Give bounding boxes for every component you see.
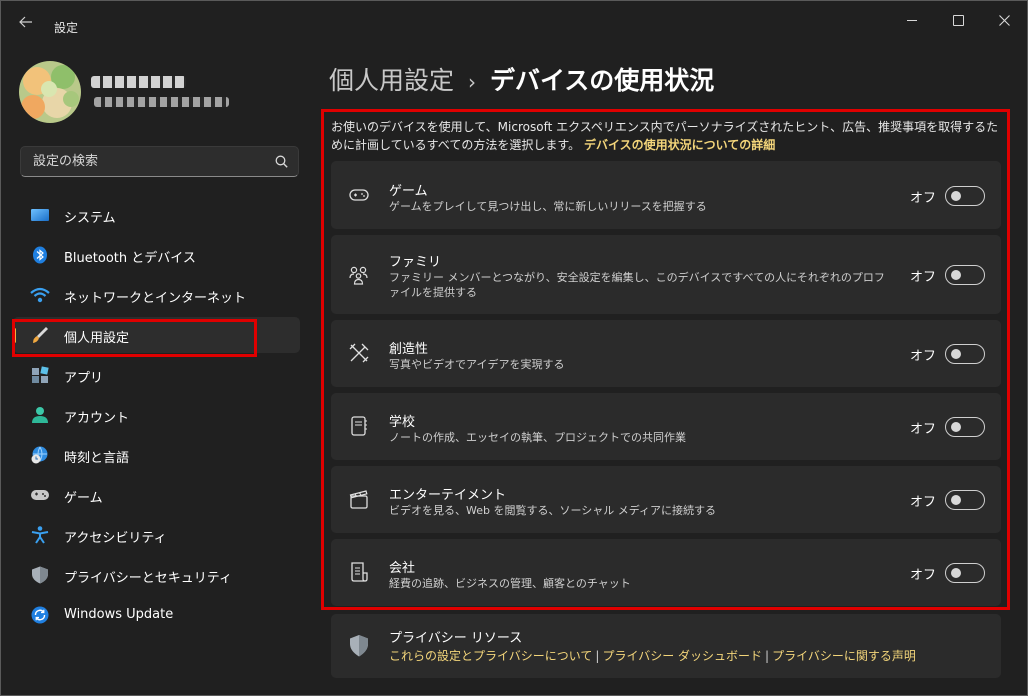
back-button[interactable] bbox=[15, 13, 37, 31]
privacy-link-about[interactable]: これらの設定とプライバシーについて bbox=[389, 649, 592, 663]
search-box[interactable] bbox=[20, 146, 299, 177]
sidebar-item-label: アカウント bbox=[64, 411, 130, 426]
back-arrow-icon bbox=[19, 16, 32, 28]
accessibility-icon bbox=[31, 526, 49, 544]
user-email-redacted bbox=[94, 97, 229, 107]
breadcrumb: 個人用設定 › デバイスの使用状況 bbox=[329, 61, 714, 97]
maximize-button[interactable] bbox=[935, 9, 981, 31]
sidebar-item-label: アプリ bbox=[64, 371, 104, 386]
sidebar-item-gaming[interactable]: ゲーム bbox=[13, 477, 300, 513]
wifi-icon bbox=[30, 287, 50, 303]
sidebar-item-label: ゲーム bbox=[64, 491, 103, 506]
close-icon bbox=[998, 14, 1010, 26]
link-separator: | bbox=[595, 649, 600, 663]
minimize-button[interactable] bbox=[889, 9, 935, 31]
sidebar-item-network[interactable]: ネットワークとインターネット bbox=[13, 277, 300, 313]
shield-icon bbox=[32, 566, 48, 584]
privacy-resources-card: プライバシー リソース これらの設定とプライバシーについて | プライバシー ダッシ… bbox=[331, 614, 1001, 678]
monitor-icon bbox=[31, 209, 49, 221]
privacy-links: これらの設定とプライバシーについて | プライバシー ダッシュボード | プライバシーに… bbox=[389, 647, 916, 664]
sidebar-item-accessibility[interactable]: アクセシビリティ bbox=[13, 517, 300, 553]
bluetooth-icon bbox=[33, 246, 47, 264]
breadcrumb-separator: › bbox=[468, 70, 477, 94]
highlight-box-main bbox=[321, 109, 1010, 610]
sidebar-item-windows-update[interactable]: Windows Update bbox=[13, 597, 300, 633]
sidebar-item-system[interactable]: システム bbox=[13, 197, 300, 233]
sidebar-nav: システム Bluetooth とデバイス ネットワークとインターネット 個人用設… bbox=[13, 197, 300, 637]
sidebar-item-accounts[interactable]: アカウント bbox=[13, 397, 300, 433]
user-name-redacted bbox=[91, 76, 186, 88]
title-bar: 設定 bbox=[1, 1, 1027, 41]
sidebar-item-time-language[interactable]: 時刻と言語 bbox=[13, 437, 300, 473]
sidebar-item-label: プライバシーとセキュリティ bbox=[64, 571, 232, 586]
sidebar-item-label: Windows Update bbox=[64, 607, 174, 622]
sidebar-item-label: アクセシビリティ bbox=[64, 531, 167, 546]
user-avatar[interactable] bbox=[19, 61, 81, 123]
privacy-resources-title: プライバシー リソース bbox=[389, 631, 523, 646]
update-icon bbox=[31, 606, 49, 624]
person-icon bbox=[32, 407, 48, 423]
maximize-icon bbox=[952, 14, 964, 26]
close-button[interactable] bbox=[981, 9, 1027, 31]
link-separator: | bbox=[765, 649, 770, 663]
sidebar-item-label: Bluetooth とデバイス bbox=[64, 251, 196, 266]
highlight-box-nav bbox=[12, 319, 257, 357]
breadcrumb-parent[interactable]: 個人用設定 bbox=[329, 66, 454, 95]
sidebar-item-label: ネットワークとインターネット bbox=[64, 291, 247, 306]
gamepad-icon bbox=[31, 490, 49, 500]
sidebar-item-bluetooth[interactable]: Bluetooth とデバイス bbox=[13, 237, 300, 273]
search-input[interactable] bbox=[31, 153, 265, 170]
sidebar-item-apps[interactable]: アプリ bbox=[13, 357, 300, 393]
minimize-icon bbox=[907, 19, 917, 21]
globe-clock-icon bbox=[31, 446, 48, 464]
sidebar-item-label: システム bbox=[64, 211, 116, 226]
page-title: デバイスの使用状況 bbox=[490, 66, 715, 95]
shield-icon bbox=[350, 635, 368, 657]
settings-window: 設定 システム Bluetooth とデバイス bbox=[0, 0, 1028, 696]
privacy-link-dashboard[interactable]: プライバシー ダッシュボード bbox=[602, 649, 762, 663]
sidebar-item-privacy-security[interactable]: プライバシーとセキュリティ bbox=[13, 557, 300, 593]
search-icon[interactable] bbox=[275, 155, 288, 168]
apps-icon bbox=[32, 366, 49, 383]
privacy-link-statement[interactable]: プライバシーに関する声明 bbox=[772, 649, 916, 663]
app-title: 設定 bbox=[54, 21, 79, 35]
sidebar-item-label: 時刻と言語 bbox=[64, 451, 130, 466]
